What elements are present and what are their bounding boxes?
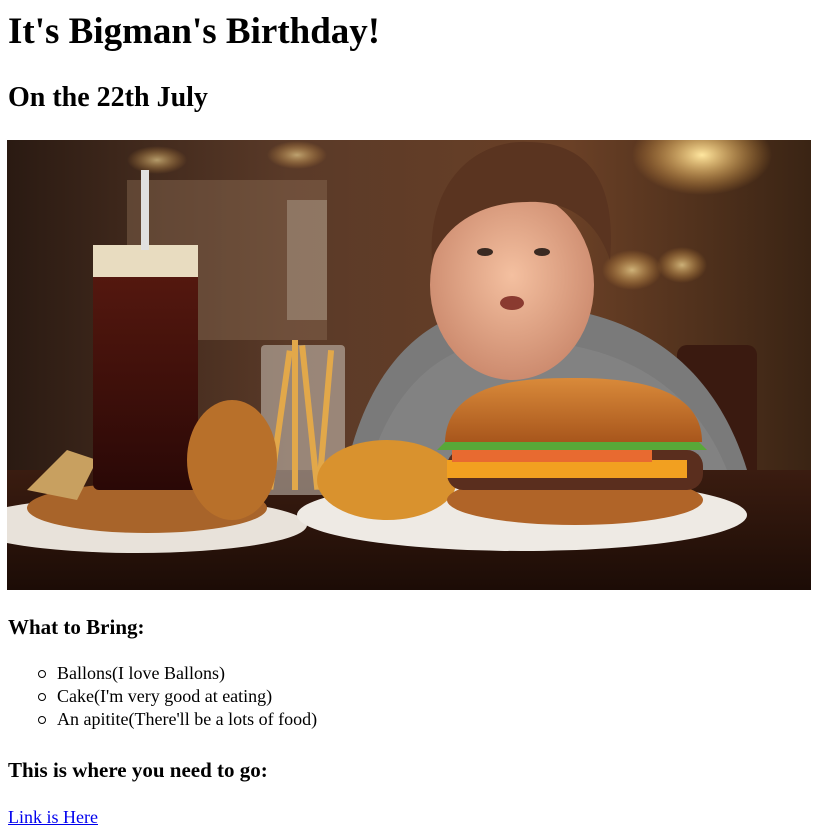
circle-bullet-icon: [38, 716, 46, 724]
list-item-label: Ballons(I love Ballons): [57, 663, 225, 683]
location-heading: This is where you need to go:: [8, 758, 268, 782]
circle-bullet-icon: [38, 670, 46, 678]
list-item: Ballons(I love Ballons): [38, 662, 317, 685]
location-link[interactable]: Link is Here: [8, 806, 98, 828]
page-subtitle: On the 22th July: [8, 82, 208, 113]
bring-list: Ballons(I love Ballons) Cake(I'm very go…: [8, 662, 317, 731]
bring-heading: What to Bring:: [8, 615, 145, 639]
list-item-label: An apitite(There'll be a lots of food): [57, 709, 318, 729]
list-item-label: Cake(I'm very good at eating): [57, 686, 273, 706]
list-item: An apitite(There'll be a lots of food): [38, 708, 318, 731]
page: It's Bigman's Birthday! On the 22th July: [0, 0, 816, 827]
circle-bullet-icon: [38, 693, 46, 701]
hero-image: [7, 140, 811, 590]
list-item: Cake(I'm very good at eating): [38, 685, 317, 708]
